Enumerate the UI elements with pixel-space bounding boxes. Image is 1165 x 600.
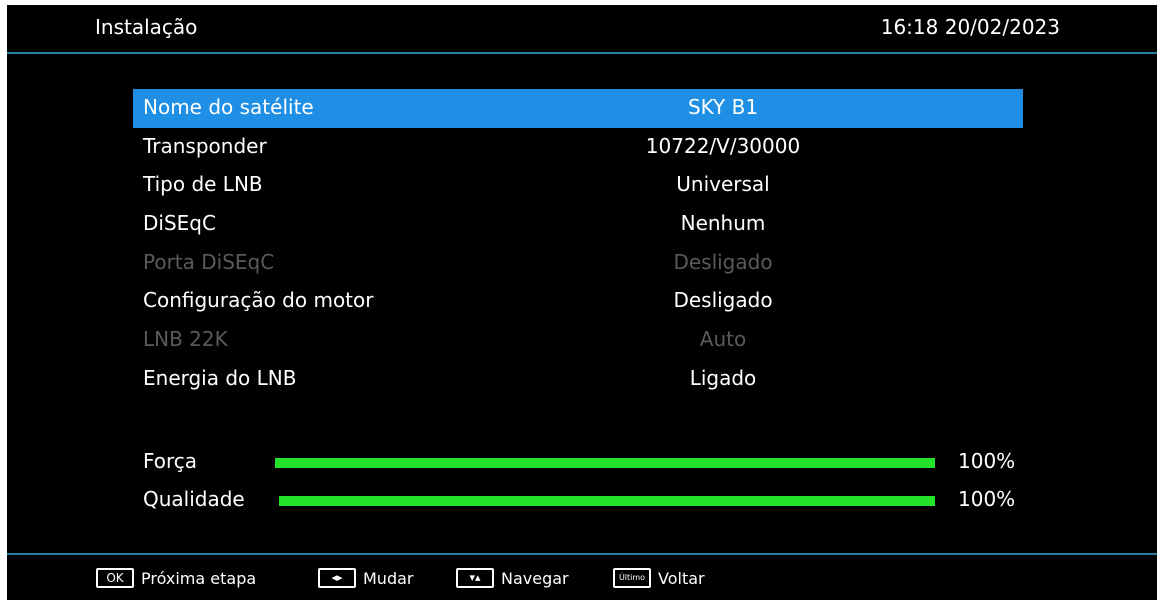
signal-strength-meter: Força 100% [133, 443, 1023, 479]
tv-screen: Instalação 16:18 20/02/2023 Nome do saté… [7, 5, 1157, 600]
signal-quality-bar [279, 496, 935, 506]
menu-row-value: Nenhum [680, 211, 766, 236]
hint-label: Próxima etapa [141, 568, 257, 588]
left-right-arrows-icon: ◂▸ [318, 568, 356, 588]
page-title: Instalação [95, 15, 198, 39]
menu-row-label: DiSEqC [143, 211, 216, 236]
menu-row-value: SKY B1 [687, 95, 759, 119]
signal-strength-percent: 100% [958, 449, 1016, 473]
hint-next-step[interactable]: OK Próxima etapa [96, 568, 256, 588]
menu-row-label: Transponder [143, 133, 267, 158]
menu-row-value: Universal [676, 172, 770, 197]
menu-row-label: Tipo de LNB [143, 172, 263, 197]
hint-label: Mudar [363, 568, 414, 588]
menu-row-lnb-power[interactable]: Energia do LNB Ligado [133, 360, 1023, 399]
signal-quality-label: Qualidade [143, 487, 245, 511]
hint-label: Navegar [501, 568, 569, 588]
menu-row-label: LNB 22K [143, 327, 228, 352]
menu-row-label: Energia do LNB [143, 365, 297, 390]
menu-row-lnb-22k: LNB 22K Auto [133, 321, 1023, 360]
menu-row-diseqc-port: Porta DiSEqC Desligado [133, 244, 1023, 283]
menu-row-value: Desligado [673, 249, 773, 274]
menu-row-lnb-type[interactable]: Tipo de LNB Universal [133, 166, 1023, 205]
menu-row-value: Ligado [689, 365, 757, 390]
menu-row-value: Desligado [673, 288, 773, 313]
hint-label: Voltar [658, 568, 705, 588]
signal-quality-percent: 100% [958, 487, 1016, 511]
up-down-arrows-icon: ▾▴ [456, 568, 494, 588]
menu-row-satellite-name[interactable]: Nome do satélite SKY B1 [133, 89, 1023, 128]
clock-datetime: 16:18 20/02/2023 [880, 15, 1060, 39]
header-bar: Instalação 16:18 20/02/2023 [7, 5, 1157, 54]
ok-key-icon: OK [96, 568, 134, 588]
footer-hint-bar: OK Próxima etapa ◂▸ Mudar ▾▴ Navegar Últ… [7, 553, 1157, 600]
signal-quality-meter: Qualidade 100% [133, 481, 1023, 517]
back-key-icon: Último [613, 568, 651, 588]
hint-change[interactable]: ◂▸ Mudar [318, 568, 413, 588]
menu-row-value: 10722/V/30000 [645, 133, 801, 158]
hint-navigate[interactable]: ▾▴ Navegar [456, 568, 569, 588]
menu-row-label: Configuração do motor [143, 288, 374, 313]
signal-strength-bar [275, 458, 935, 468]
signal-quality-fill [279, 496, 935, 506]
signal-strength-label: Força [143, 449, 198, 473]
menu-row-label: Nome do satélite [143, 95, 314, 119]
menu-row-diseqc[interactable]: DiSEqC Nenhum [133, 205, 1023, 244]
menu-row-transponder[interactable]: Transponder 10722/V/30000 [133, 128, 1023, 167]
hint-back[interactable]: Último Voltar [613, 568, 705, 588]
menu-row-motor-config[interactable]: Configuração do motor Desligado [133, 282, 1023, 321]
settings-menu: Nome do satélite SKY B1 Transponder 1072… [133, 89, 1023, 399]
menu-row-label: Porta DiSEqC [143, 249, 275, 274]
signal-strength-fill [275, 458, 935, 468]
menu-row-value: Auto [699, 327, 747, 352]
